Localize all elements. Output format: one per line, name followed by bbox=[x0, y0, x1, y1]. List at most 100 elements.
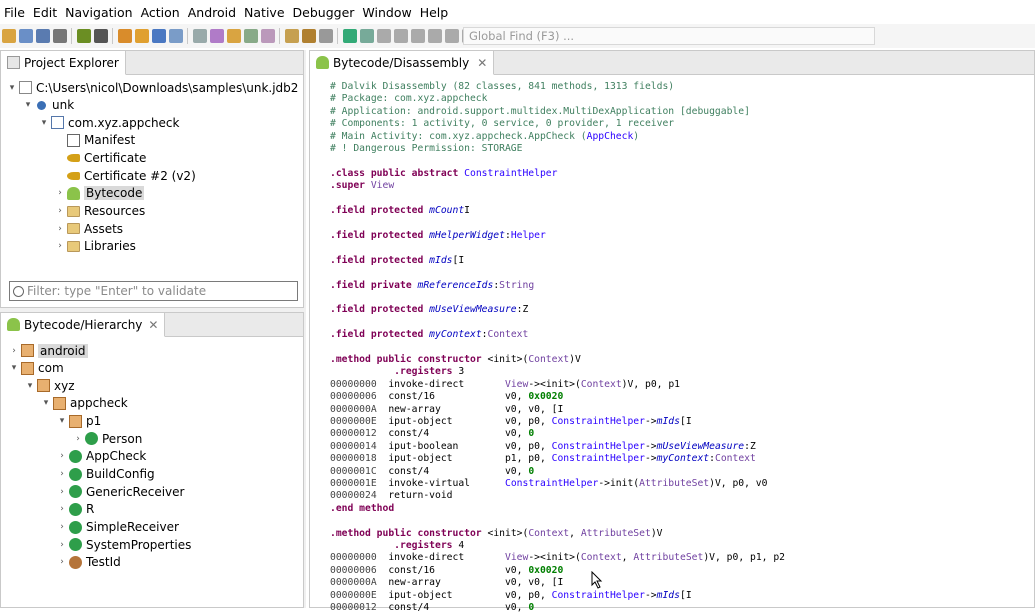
toolbar-tool-icon[interactable] bbox=[427, 29, 442, 43]
chevron-down-icon[interactable]: ▾ bbox=[39, 118, 49, 128]
chevron-right-icon[interactable]: › bbox=[55, 188, 65, 198]
tree-item[interactable]: › R bbox=[57, 501, 94, 518]
tree-item[interactable]: › GenericReceiver bbox=[57, 483, 184, 500]
menu-navigation[interactable]: Navigation bbox=[61, 5, 136, 20]
chevron-right-icon[interactable]: › bbox=[57, 487, 67, 497]
tab-bytecode-disassembly[interactable]: Bytecode/Disassembly ✕ bbox=[310, 51, 495, 75]
chevron-right-icon[interactable]: › bbox=[57, 557, 67, 567]
code-token: iput-object v0, p0, bbox=[388, 589, 552, 601]
menu-file[interactable]: File bbox=[0, 5, 29, 20]
toolbar-tool-icon[interactable] bbox=[284, 29, 299, 43]
tree-item[interactable]: › Libraries bbox=[55, 238, 136, 255]
chevron-right-icon[interactable]: › bbox=[9, 346, 19, 356]
toolbar-tool-icon[interactable] bbox=[226, 29, 241, 43]
toolbar-tool-icon[interactable] bbox=[52, 29, 67, 43]
toolbar-tool-icon[interactable] bbox=[18, 29, 33, 43]
chevron-right-icon[interactable]: › bbox=[57, 469, 67, 479]
chevron-down-icon[interactable]: ▾ bbox=[7, 83, 17, 93]
code-token: 0000001C bbox=[330, 465, 389, 477]
menu-edit[interactable]: Edit bbox=[29, 5, 61, 20]
toolbar-tool-icon[interactable] bbox=[359, 29, 374, 43]
tree-item[interactable]: ▾ xyz bbox=[25, 377, 75, 394]
tree-item[interactable]: › SystemProperties bbox=[57, 536, 191, 553]
close-icon[interactable]: ✕ bbox=[477, 56, 487, 70]
filter-input[interactable]: Filter: type "Enter" to validate bbox=[9, 281, 298, 301]
toolbar-tool-icon[interactable] bbox=[168, 29, 183, 43]
tree-item[interactable]: ▾ unk bbox=[23, 97, 74, 114]
tree-item[interactable]: › Resources bbox=[55, 203, 145, 220]
toolbar-tool-icon[interactable] bbox=[117, 29, 132, 43]
toolbar-tool-icon[interactable] bbox=[76, 29, 91, 43]
chevron-right-icon[interactable]: › bbox=[57, 504, 67, 514]
toolbar-tool-icon[interactable] bbox=[376, 29, 391, 43]
code-line: .class public abstract ConstraintHelper bbox=[330, 168, 785, 180]
menu-debugger[interactable]: Debugger bbox=[289, 5, 359, 20]
tree-item[interactable]: › TestId bbox=[57, 554, 121, 571]
code-token: .field protected bbox=[330, 229, 430, 241]
tree-item[interactable]: Certificate #2 (v2) bbox=[55, 167, 196, 184]
chevron-right-icon[interactable]: › bbox=[57, 451, 67, 461]
tree-item[interactable]: › Assets bbox=[55, 220, 123, 237]
chevron-right-icon[interactable]: › bbox=[55, 224, 65, 234]
tab-project-explorer[interactable]: Project Explorer bbox=[1, 51, 126, 75]
toolbar-tool-icon[interactable] bbox=[1, 29, 16, 43]
toolbar-tool-icon[interactable] bbox=[318, 29, 333, 43]
menu-window[interactable]: Window bbox=[358, 5, 415, 20]
chevron-down-icon[interactable]: ▾ bbox=[9, 363, 19, 373]
menu-action[interactable]: Action bbox=[137, 5, 184, 20]
code-token: iput-object p1, p0, bbox=[388, 453, 552, 465]
code-token: 00000000 bbox=[330, 378, 389, 390]
toolbar-tool-icon[interactable] bbox=[393, 29, 408, 43]
tree-item[interactable]: ▾ com bbox=[9, 360, 64, 377]
tree-item[interactable]: › Bytecode bbox=[55, 185, 145, 202]
chevron-down-icon[interactable]: ▾ bbox=[41, 398, 51, 408]
code-token: [I bbox=[452, 254, 465, 266]
tree-item[interactable]: › android bbox=[9, 342, 88, 359]
tree-item[interactable]: Certificate bbox=[55, 150, 146, 167]
toolbar-tool-icon[interactable] bbox=[301, 29, 316, 43]
toolbar-tool-icon[interactable] bbox=[342, 29, 357, 43]
menu-android[interactable]: Android bbox=[184, 5, 240, 20]
toolbar-tool-icon[interactable] bbox=[35, 29, 50, 43]
chevron-right-icon[interactable]: › bbox=[73, 434, 83, 444]
toolbar-tool-icon[interactable] bbox=[243, 29, 258, 43]
code-line: .field protected myContext:Context bbox=[330, 329, 785, 341]
tree-item[interactable]: › SimpleReceiver bbox=[57, 519, 179, 536]
menu-help[interactable]: Help bbox=[416, 5, 453, 20]
chevron-right-icon[interactable]: › bbox=[57, 522, 67, 532]
toolbar-tool-icon[interactable] bbox=[260, 29, 275, 43]
tree-item[interactable]: › Person bbox=[73, 430, 142, 447]
tree-item[interactable]: Manifest bbox=[55, 132, 135, 149]
tree-item[interactable]: ▾ appcheck bbox=[41, 395, 128, 412]
tree-item-label: C:\Users\nicol\Downloads\samples\unk.jdb… bbox=[36, 80, 299, 95]
chevron-right-icon[interactable]: › bbox=[57, 540, 67, 550]
tree-item[interactable]: ▾ p1 bbox=[57, 413, 102, 430]
chevron-right-icon[interactable]: › bbox=[55, 241, 65, 251]
global-find-input[interactable]: Global Find (F3) ... bbox=[463, 27, 875, 45]
toolbar-tool-icon[interactable] bbox=[209, 29, 224, 43]
toolbar-tool-icon[interactable] bbox=[134, 29, 149, 43]
toolbar-tool-icon[interactable] bbox=[410, 29, 425, 43]
tree-item[interactable]: ▾ C:\Users\nicol\Downloads\samples\unk.jd… bbox=[7, 79, 299, 96]
code-view[interactable]: # Dalvik Disassembly (82 classes, 841 me… bbox=[330, 81, 785, 614]
tree-item-label: Assets bbox=[84, 221, 124, 236]
tree-item[interactable]: › AppCheck bbox=[57, 448, 146, 465]
toolbar-tool-icon[interactable] bbox=[192, 29, 207, 43]
code-token: mUseViewMeasure bbox=[656, 440, 745, 452]
code-token: # Dalvik Disassembly (82 classes, 841 me… bbox=[330, 81, 675, 92]
chevron-right-icon[interactable]: › bbox=[55, 206, 65, 216]
file-icon bbox=[19, 81, 32, 94]
chevron-down-icon[interactable]: ▾ bbox=[25, 381, 35, 391]
toolbar-tool-icon[interactable] bbox=[444, 29, 459, 43]
tab-bytecode-hierarchy[interactable]: Bytecode/Hierarchy ✕ bbox=[1, 313, 166, 337]
toolbar-tool-icon[interactable] bbox=[93, 29, 108, 43]
tree-item[interactable]: › BuildConfig bbox=[57, 466, 154, 483]
chevron-down-icon[interactable]: ▾ bbox=[23, 100, 33, 110]
toolbar-tool-icon[interactable] bbox=[151, 29, 166, 43]
menu-native[interactable]: Native bbox=[240, 5, 288, 20]
close-icon[interactable]: ✕ bbox=[148, 318, 158, 332]
tab-bytecode-disassembly-label: Bytecode/Disassembly bbox=[333, 55, 470, 70]
chevron-down-icon[interactable]: ▾ bbox=[57, 416, 67, 426]
tree-item[interactable]: ▾ com.xyz.appcheck bbox=[39, 114, 180, 131]
